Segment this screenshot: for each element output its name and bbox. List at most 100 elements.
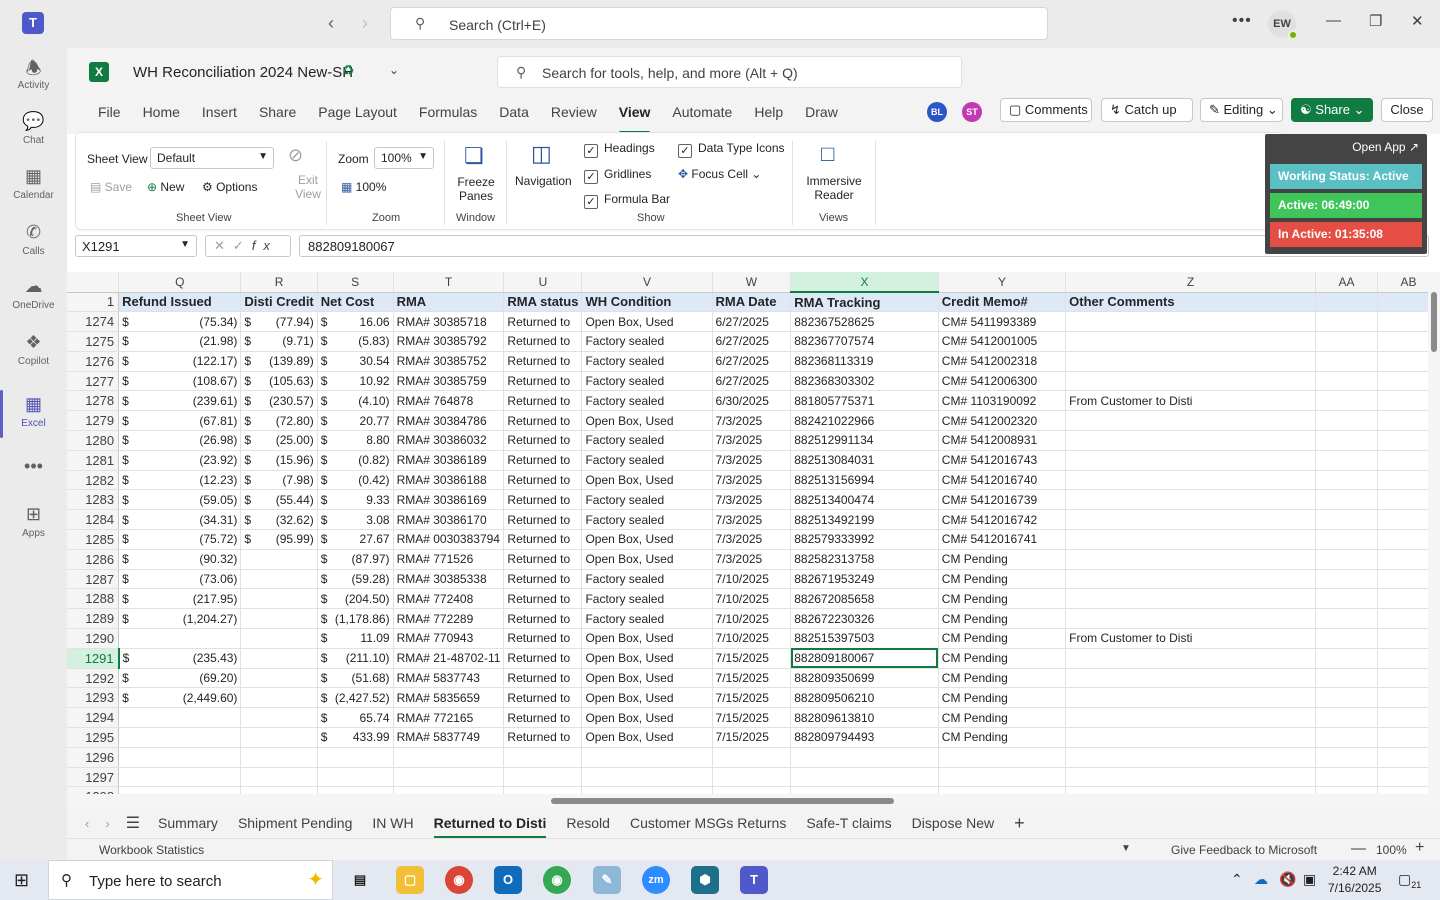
net-cost-cell[interactable]: $65.74 [317, 707, 394, 729]
gridlines-checkbox[interactable]: ✓ Gridlines [584, 167, 651, 184]
formula-bar-checkbox[interactable]: ✓ Formula Bar [584, 192, 670, 209]
taskbar-clock[interactable]: 2:42 AM 7/16/2025 [1328, 863, 1381, 897]
other-comments-cell[interactable] [1065, 351, 1316, 372]
net-cost-cell[interactable] [317, 747, 394, 768]
disti-credit-cell[interactable] [240, 707, 318, 729]
row-header[interactable]: 1294 [67, 707, 120, 729]
excel-search-input[interactable]: ⚲ Search for tools, help, and more (Alt … [497, 56, 962, 88]
disti-credit-cell[interactable] [240, 727, 318, 748]
presence-avatar-bl[interactable]: BL [927, 102, 947, 122]
rma-status-cell[interactable] [503, 767, 583, 788]
rma-tracking-cell[interactable]: 882672085658 [790, 588, 939, 610]
column-header[interactable]: W [712, 272, 792, 293]
presence-avatar-st[interactable]: ST [962, 102, 982, 122]
disti-credit-cell[interactable]: $ (77.94) [240, 311, 318, 333]
other-comments-cell[interactable] [1065, 331, 1316, 352]
rma-status-cell[interactable]: Returned to [503, 727, 583, 748]
rma-status-cell[interactable]: Returned to [503, 707, 583, 729]
rma-status-cell[interactable]: Returned to [503, 390, 583, 412]
other-comments-cell[interactable] [1065, 450, 1316, 471]
column-title-cell[interactable]: Credit Memo# [938, 292, 1067, 313]
rma-cell[interactable]: RMA# 772165 [393, 707, 505, 729]
credit-memo-cell[interactable]: CM# 5412002320 [938, 410, 1067, 432]
credit-memo-cell[interactable]: CM Pending [938, 608, 1067, 630]
rma-cell[interactable]: RMA# 30385792 [393, 331, 505, 352]
row-header[interactable]: 1285 [67, 529, 120, 550]
disti-credit-cell[interactable]: $ (105.63) [240, 371, 318, 392]
net-cost-cell[interactable]: $ (2,427.52) [317, 687, 394, 709]
other-comments-cell[interactable] [1065, 529, 1316, 550]
cells-table[interactable]: Q R S T U V W X Y Z AA AB 1 Refund Issued Disti Credi… [67, 272, 1440, 794]
other-comments-cell[interactable] [1065, 687, 1316, 709]
net-cost-cell[interactable]: $8.80 [317, 430, 394, 451]
net-cost-cell[interactable]: $ (211.10) [317, 648, 394, 669]
refund-issued-cell[interactable] [118, 707, 242, 729]
empty-cell[interactable] [1315, 509, 1378, 531]
headings-checkbox[interactable]: ✓ Headings [584, 141, 655, 158]
rma-date-cell[interactable]: 7/15/2025 [712, 707, 792, 729]
disti-credit-cell[interactable]: $ (139.89) [240, 351, 318, 372]
rma-status-cell[interactable]: Returned to [503, 470, 583, 491]
credit-memo-cell[interactable]: CM Pending [938, 648, 1067, 669]
row-header[interactable]: 1274 [67, 311, 120, 333]
rma-date-cell[interactable]: 6/30/2025 [712, 390, 792, 412]
rail-more[interactable]: ••• [0, 456, 67, 480]
empty-cell[interactable] [1315, 529, 1378, 550]
rma-tracking-cell[interactable]: 882513492199 [790, 509, 939, 531]
rma-status-cell[interactable]: Returned to [503, 430, 583, 451]
empty-cell[interactable] [1315, 628, 1378, 649]
row-header[interactable]: 1289 [67, 608, 120, 630]
rma-tracking-cell[interactable]: 882368113319 [790, 351, 939, 372]
rma-cell[interactable]: RMA# 0030383794 [393, 529, 505, 550]
rma-cell[interactable]: RMA# 30386188 [393, 470, 505, 491]
rma-tracking-cell[interactable]: 882513156994 [790, 470, 939, 491]
file-explorer-icon[interactable]: ▢ [396, 866, 424, 894]
rma-tracking-cell[interactable]: 882672230326 [790, 608, 939, 630]
rma-tracking-cell[interactable] [790, 767, 939, 788]
teams-app-icon[interactable]: T [740, 866, 768, 894]
wh-condition-cell[interactable]: Factory sealed [581, 390, 713, 412]
empty-cell[interactable] [1315, 668, 1378, 689]
rma-tracking-cell[interactable]: 882809350699 [790, 668, 939, 689]
disti-credit-cell[interactable]: $ (55.44) [240, 489, 318, 511]
net-cost-cell[interactable]: $ (204.50) [317, 588, 394, 610]
rma-status-cell[interactable]: Returned to [503, 450, 583, 471]
net-cost-cell[interactable] [317, 767, 394, 788]
rma-tracking-cell[interactable]: 882513084031 [790, 450, 939, 471]
row-header[interactable]: 1286 [67, 549, 120, 570]
rma-cell[interactable]: RMA# 772408 [393, 588, 505, 610]
all-sheets-menu-icon[interactable]: ☰ [118, 813, 148, 833]
sheet-tab-summary[interactable]: Summary [148, 815, 228, 831]
rail-activity[interactable]: 🕭 Activity [0, 56, 67, 91]
disti-credit-cell[interactable] [240, 569, 318, 590]
refund-issued-cell[interactable]: $ (122.17) [118, 351, 242, 372]
refund-issued-cell[interactable]: $ (34.31) [118, 509, 242, 531]
net-cost-cell[interactable] [317, 786, 394, 794]
disti-credit-cell[interactable] [240, 588, 318, 610]
name-box[interactable]: X1291 ▼ [75, 235, 197, 257]
task-view-icon[interactable]: ▤ [346, 866, 374, 894]
net-cost-cell[interactable]: $10.92 [317, 371, 394, 392]
forward-arrow-icon[interactable]: › [362, 13, 368, 34]
row-header[interactable]: 1295 [67, 727, 120, 748]
row-header[interactable]: 1287 [67, 569, 120, 590]
other-comments-cell[interactable] [1065, 430, 1316, 451]
empty-cell[interactable] [1315, 371, 1378, 392]
wh-condition-cell[interactable]: Factory sealed [581, 430, 713, 451]
rma-date-cell[interactable]: 7/10/2025 [712, 608, 792, 630]
notification-center-icon[interactable]: ▢21 [1398, 871, 1421, 890]
wh-condition-cell[interactable] [581, 747, 713, 768]
refund-issued-cell[interactable] [118, 747, 242, 768]
focus-cell-button[interactable]: ✥ Focus Cell ⌄ [678, 167, 761, 181]
rail-calls[interactable]: ✆ Calls [0, 222, 67, 257]
user-avatar[interactable]: EW [1268, 10, 1298, 40]
rma-date-cell[interactable]: 6/27/2025 [712, 351, 792, 372]
navigation-button[interactable]: Navigation [515, 174, 572, 188]
rma-tracking-cell[interactable]: 882582313758 [790, 549, 939, 570]
zoom-in-icon[interactable]: + [1415, 839, 1424, 857]
wh-condition-cell[interactable]: Factory sealed [581, 371, 713, 392]
save-view-button[interactable]: ▤ Save [90, 180, 132, 194]
other-comments-cell[interactable] [1065, 727, 1316, 748]
wh-condition-cell[interactable]: Open Box, Used [581, 628, 713, 649]
tab-home[interactable]: Home [132, 102, 191, 130]
